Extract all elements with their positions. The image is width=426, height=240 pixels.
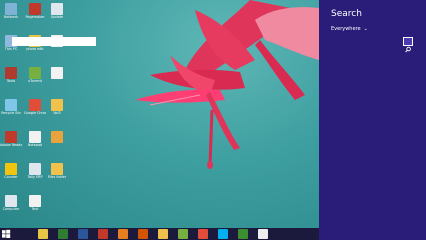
desktop-icon[interactable]: Vol3: [46, 99, 68, 125]
app-icon: [29, 131, 41, 143]
desktop-icon[interactable]: Recycle Bin: [0, 99, 22, 125]
desktop-icon[interactable]: Network: [0, 3, 22, 29]
search-scope-label: Everywhere: [331, 26, 361, 32]
desktop-icon[interactable]: Google Chrome: [24, 99, 46, 125]
desktop-icon-label: Network: [3, 15, 19, 19]
taskbar: [0, 228, 319, 240]
desktop-icon[interactable]: Tools: [0, 67, 22, 93]
app-icon: [5, 195, 17, 207]
desktop-icon-label: Update: [50, 15, 64, 19]
app-icon: [51, 67, 63, 79]
desktop-icon-label: Counter: [4, 175, 18, 179]
camtasia-icon[interactable]: [238, 229, 248, 239]
desktop-icon-label: Tools: [6, 79, 16, 83]
desktop-icon[interactable]: Update: [46, 3, 68, 29]
powerpoint-icon[interactable]: [138, 229, 148, 239]
desktop-icon[interactable]: [46, 67, 68, 93]
chevron-down-icon: ⌄: [363, 26, 368, 32]
app-icon: [5, 99, 17, 111]
app-icon: [5, 163, 17, 175]
app-icon: [29, 67, 41, 79]
magnifier-icon: [405, 46, 411, 53]
file-explorer-icon[interactable]: [38, 229, 48, 239]
desktop-icon[interactable]: Computer: [0, 195, 22, 221]
desktop-icon[interactable]: Text: [24, 195, 46, 221]
desktop-icon[interactable]: Notepad: [24, 131, 46, 157]
desktop: Network Pagemaker Update This PC photo edit T…: [0, 0, 319, 228]
desktop-icon-label: Recycle Bin: [1, 111, 21, 115]
app-icon: [51, 131, 63, 143]
cmd-icon[interactable]: [258, 229, 268, 239]
desktop-icon-label: Notepad: [27, 143, 43, 147]
desktop-icon-label: Computer: [2, 207, 20, 211]
desktop-icon-label: Google Chrome: [24, 111, 46, 115]
word-icon[interactable]: [78, 229, 88, 239]
firefox-icon[interactable]: [118, 229, 128, 239]
desktop-icon[interactable]: uTorrent: [24, 67, 46, 93]
desktop-icon-label: uTorrent: [28, 79, 42, 83]
search-input[interactable]: [12, 37, 96, 46]
search-scope-dropdown[interactable]: Everywhere ⌄: [331, 26, 368, 32]
app-icon: [5, 131, 17, 143]
utorrent-icon[interactable]: [178, 229, 188, 239]
desktop-icon-label: Files folder: [47, 175, 67, 179]
desktop-icon-label: Text: [31, 207, 39, 211]
desktop-icon-label: photo edit: [26, 47, 44, 51]
charm-title: Search: [331, 9, 362, 19]
desktop-icon[interactable]: [46, 131, 68, 157]
desktop-icon-label: Pagemaker: [25, 15, 45, 19]
app-icon: [29, 163, 41, 175]
app-icon: [51, 163, 63, 175]
desktop-icon[interactable]: Adobe Reader: [0, 131, 22, 157]
skype-icon[interactable]: [218, 229, 228, 239]
windows-logo-icon[interactable]: [1, 229, 11, 239]
desktop-icon-label: Adobe Reader: [0, 143, 22, 147]
app-icon: [5, 3, 17, 15]
app-icon: [51, 99, 63, 111]
desktop-icon[interactable]: Tally ERP: [24, 163, 46, 189]
chrome-icon[interactable]: [198, 229, 208, 239]
app-icon: [51, 3, 63, 15]
desktop-icon[interactable]: Counter: [0, 163, 22, 189]
search-button[interactable]: [403, 37, 413, 53]
desktop-icon[interactable]: Files folder: [46, 163, 68, 189]
desktop-icon-label: Tally ERP: [27, 175, 43, 179]
excel-icon[interactable]: [58, 229, 68, 239]
app-icon: [29, 195, 41, 207]
app-icon: [29, 3, 41, 15]
app-icon: [5, 67, 17, 79]
acrobat-icon[interactable]: [98, 229, 108, 239]
folder-icon[interactable]: [158, 229, 168, 239]
desktop-icon-label: This PC: [4, 47, 18, 51]
app-icon: [29, 99, 41, 111]
desktop-icon-label: Vol3: [53, 111, 61, 115]
search-charm: Search Everywhere ⌄: [319, 0, 426, 240]
desktop-icon[interactable]: Pagemaker: [24, 3, 46, 29]
